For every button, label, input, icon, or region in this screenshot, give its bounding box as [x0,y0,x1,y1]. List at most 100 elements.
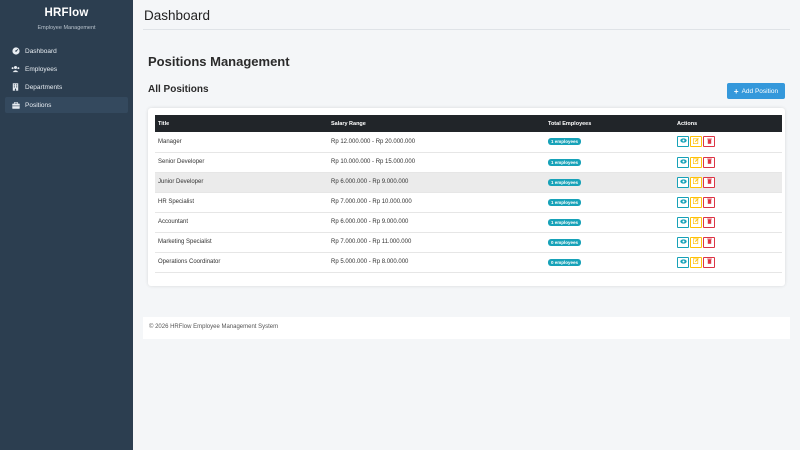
edit-icon [692,158,699,166]
position-title: Marketing Specialist [155,232,328,253]
edit-button[interactable] [690,216,702,228]
table-row[interactable]: Marketing Specialist Rp 7.000.000 - Rp 11… [155,232,782,253]
view-button[interactable] [677,216,689,228]
employee-count-badge: 0 employees [548,258,582,266]
table-body: Manager Rp 12.000.000 - Rp 20.000.000 1 em… [155,132,782,273]
sidebar-item-label: Departments [25,83,63,91]
employee-count-cell: 0 employees [545,232,674,253]
brand: HRFlow Employee Management [0,0,133,40]
actions-cell [674,252,782,273]
employee-count-cell: 1 employees [545,212,674,233]
employee-count-cell: 1 employees [545,172,674,193]
employee-count-cell: 0 employees [545,252,674,273]
trash-icon [706,218,712,226]
salary-range: Rp 5.000.000 - Rp 8.000.000 [328,252,545,273]
view-button[interactable] [677,176,689,188]
salary-range: Rp 6.000.000 - Rp 9.000.000 [328,172,545,193]
position-title: Manager [155,132,328,153]
positions-card: Title Salary Range Total Employees Actio… [148,108,785,286]
eye-icon [679,178,687,186]
table-header-row: Title Salary Range Total Employees Actio… [155,115,782,132]
edit-icon [692,238,699,246]
main-content: Dashboard Positions Management All Posit… [133,0,800,450]
trash-icon [706,258,712,266]
edit-button[interactable] [690,136,702,148]
sidebar-nav: Dashboard Employees Departments Position… [5,43,128,115]
view-button[interactable] [677,236,689,248]
table-row[interactable]: HR Specialist Rp 7.000.000 - Rp 10.000.00… [155,192,782,213]
actions-cell [674,152,782,173]
employee-count-cell: 1 employees [545,192,674,213]
table-row[interactable]: Senior Developer Rp 10.000.000 - Rp 15.00… [155,152,782,173]
edit-button[interactable] [690,176,702,188]
sidebar-item-label: Dashboard [25,47,57,55]
topbar-title: Dashboard [144,8,211,23]
position-title: Operations Coordinator [155,252,328,273]
position-title: HR Specialist [155,192,328,213]
sidebar-item-label: Employees [25,65,58,73]
edit-icon [692,218,699,226]
users-icon [11,65,20,74]
employee-count-badge: 1 employees [548,178,582,186]
view-button[interactable] [677,156,689,168]
salary-range: Rp 7.000.000 - Rp 11.000.000 [328,232,545,253]
view-button[interactable] [677,256,689,268]
trash-icon [706,238,712,246]
employee-count-badge: 1 employees [548,218,582,226]
delete-button[interactable] [703,156,715,168]
footer-text: © 2026 HRFlow Employee Management System [149,324,279,330]
view-button[interactable] [677,196,689,208]
edit-button[interactable] [690,256,702,268]
edit-button[interactable] [690,196,702,208]
add-position-button[interactable]: + Add Position [727,83,785,99]
employee-count-badge: 1 employees [548,198,582,206]
trash-icon [706,158,712,166]
edit-icon [692,258,699,266]
sidebar-item-departments[interactable]: Departments [5,79,128,95]
view-button[interactable] [677,136,689,148]
topbar: Dashboard [143,0,790,30]
table-row[interactable]: Operations Coordinator Rp 5.000.000 - Rp … [155,252,782,273]
delete-button[interactable] [703,236,715,248]
row-actions [677,156,782,168]
actions-cell [674,212,782,233]
edit-button[interactable] [690,156,702,168]
sidebar-item-dashboard[interactable]: Dashboard [5,43,128,59]
delete-button[interactable] [703,136,715,148]
salary-range: Rp 7.000.000 - Rp 10.000.000 [328,192,545,213]
building-icon [11,83,20,92]
table-row[interactable]: Accountant Rp 6.000.000 - Rp 9.000.000 1 e… [155,212,782,233]
trash-icon [706,178,712,186]
eye-icon [679,158,687,166]
column-header-employees[interactable]: Total Employees [545,115,674,132]
table-row[interactable]: Manager Rp 12.000.000 - Rp 20.000.000 1 em… [155,132,782,153]
brand-title[interactable]: HRFlow [0,7,133,19]
row-actions [677,216,782,228]
position-title: Senior Developer [155,152,328,173]
footer: © 2026 HRFlow Employee Management System [143,317,790,339]
delete-button[interactable] [703,196,715,208]
employee-count-cell: 1 employees [545,152,674,173]
delete-button[interactable] [703,216,715,228]
column-header-title[interactable]: Title [155,115,328,132]
sidebar: HRFlow Employee Management Dashboard Emp… [0,0,133,450]
row-actions [677,236,782,248]
delete-button[interactable] [703,256,715,268]
dashboard-icon [11,47,20,56]
row-actions [677,196,782,208]
position-title: Junior Developer [155,172,328,193]
section-title: All Positions [148,84,209,95]
eye-icon [679,138,687,145]
table-row[interactable]: Junior Developer Rp 6.000.000 - Rp 9.000.… [155,172,782,193]
eye-icon [679,198,687,206]
position-title: Accountant [155,212,328,233]
delete-button[interactable] [703,176,715,188]
sidebar-item-employees[interactable]: Employees [5,61,128,77]
column-header-salary[interactable]: Salary Range [328,115,545,132]
employee-count-badge: 1 employees [548,158,582,166]
edit-button[interactable] [690,236,702,248]
sidebar-item-positions[interactable]: Positions [5,97,128,113]
row-actions [677,136,782,148]
actions-cell [674,132,782,153]
actions-cell [674,172,782,193]
